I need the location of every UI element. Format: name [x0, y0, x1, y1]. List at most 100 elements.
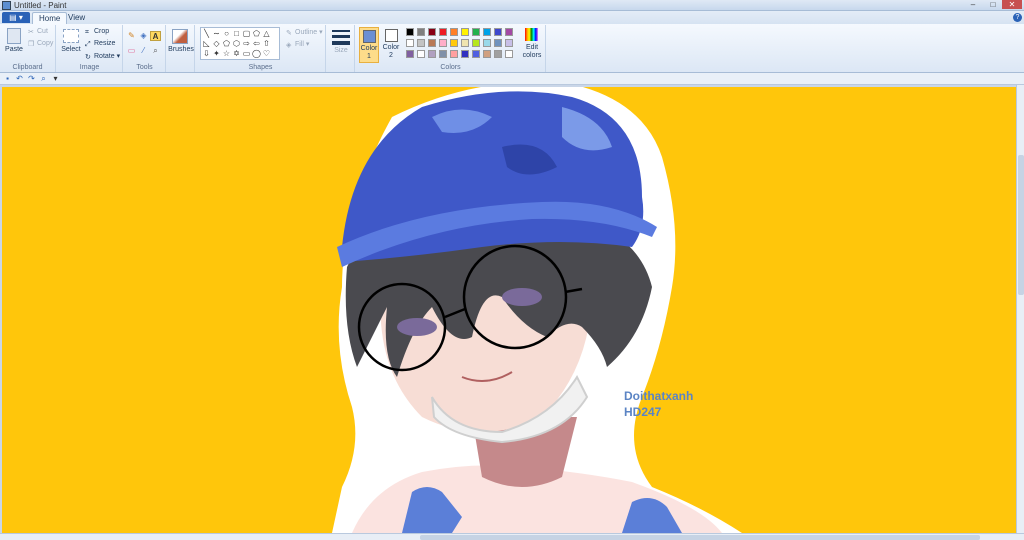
palette-swatch[interactable]	[439, 50, 447, 58]
callout-rect-shape-icon[interactable]: ▭	[242, 49, 251, 58]
size-line-medium[interactable]	[332, 35, 350, 38]
vertical-scrollbar[interactable]	[1016, 85, 1024, 533]
drawing-canvas[interactable]: Doithatxanh HD247	[2, 87, 1016, 533]
colors-group: Color 1 Color 2 Edit colors Colors	[356, 25, 546, 72]
palette-swatch[interactable]	[494, 50, 502, 58]
palette-swatch[interactable]	[428, 28, 436, 36]
size-button[interactable]: Size	[327, 47, 355, 54]
polygon-shape-icon[interactable]: ⬠	[252, 29, 261, 38]
hexagon-shape-icon[interactable]: ⬡	[232, 39, 241, 48]
line-shape-icon[interactable]: ╲	[202, 29, 211, 38]
palette-swatch[interactable]	[494, 39, 502, 47]
palette-swatch[interactable]	[450, 50, 458, 58]
right-arrow-shape-icon[interactable]: ⇨	[242, 39, 251, 48]
palette-swatch[interactable]	[428, 39, 436, 47]
canvas-area: Doithatxanh HD247	[0, 85, 1024, 533]
brush-icon[interactable]	[172, 29, 188, 44]
palette-swatch[interactable]	[505, 50, 513, 58]
palette-swatch[interactable]	[505, 39, 513, 47]
star5-shape-icon[interactable]: ☆	[222, 49, 231, 58]
palette-swatch[interactable]	[505, 28, 513, 36]
palette-swatch[interactable]	[439, 39, 447, 47]
palette-swatch[interactable]	[417, 39, 425, 47]
palette-swatch[interactable]	[472, 28, 480, 36]
palette-swatch[interactable]	[428, 50, 436, 58]
help-icon[interactable]: ?	[1013, 13, 1022, 22]
diamond-shape-icon[interactable]: ◇	[212, 39, 221, 48]
palette-swatch[interactable]	[461, 50, 469, 58]
size-line-thin[interactable]	[332, 30, 350, 32]
outline-button[interactable]: ✎ Outline ▾	[286, 28, 323, 37]
file-menu-button[interactable]: ▤ ▾	[2, 12, 30, 23]
customize-toolbar-icon[interactable]: ▾	[51, 74, 60, 83]
eraser-icon[interactable]: ▭	[126, 46, 137, 56]
right-triangle-shape-icon[interactable]: ◺	[202, 39, 211, 48]
palette-swatch[interactable]	[461, 28, 469, 36]
close-icon[interactable]: ✕	[1002, 0, 1022, 9]
palette-swatch[interactable]	[450, 39, 458, 47]
palette-swatch[interactable]	[494, 28, 502, 36]
down-arrow-shape-icon[interactable]: ⇩	[202, 49, 211, 58]
pencil-icon[interactable]: ✎	[126, 31, 137, 41]
right-eye	[502, 288, 542, 306]
size-line-thick[interactable]	[332, 41, 350, 45]
rounded-rect-shape-icon[interactable]: ▢	[242, 29, 251, 38]
tab-view[interactable]: View	[62, 12, 91, 24]
edit-colors-button[interactable]: Edit colors	[522, 27, 542, 63]
save-icon[interactable]: ▪	[3, 74, 12, 83]
rotate-button[interactable]: ↻ Rotate ▾	[85, 52, 120, 61]
star6-shape-icon[interactable]: ✡	[232, 49, 241, 58]
star4-shape-icon[interactable]: ✦	[212, 49, 221, 58]
color-picker-icon[interactable]: ⁄	[138, 46, 149, 56]
palette-swatch[interactable]	[472, 50, 480, 58]
palette-swatch[interactable]	[483, 50, 491, 58]
palette-swatch[interactable]	[483, 39, 491, 47]
palette-swatch[interactable]	[406, 28, 414, 36]
undo-icon[interactable]: ↶	[15, 74, 24, 83]
fill-button[interactable]: ◈ Fill ▾	[286, 40, 309, 49]
color2-button[interactable]: Color 2	[382, 27, 402, 63]
paint-app-icon[interactable]	[2, 1, 11, 10]
palette-swatch[interactable]	[483, 28, 491, 36]
palette-swatch[interactable]	[439, 28, 447, 36]
copy-button[interactable]: ❐ Copy	[28, 40, 53, 48]
pentagon-shape-icon[interactable]: ⬠	[222, 39, 231, 48]
redo-icon[interactable]: ↷	[27, 74, 36, 83]
left-arrow-shape-icon[interactable]: ⇦	[252, 39, 261, 48]
callout-oval-shape-icon[interactable]: ◯	[252, 49, 261, 58]
palette-swatch[interactable]	[406, 50, 414, 58]
paste-icon[interactable]	[7, 28, 21, 44]
palette-swatch[interactable]	[450, 28, 458, 36]
minimize-icon[interactable]: –	[966, 0, 980, 9]
cut-button[interactable]: ✂ Cut	[28, 28, 48, 36]
resize-button[interactable]: ⤢ Resize	[85, 40, 115, 48]
triangle-shape-icon[interactable]: △	[262, 29, 271, 38]
select-button[interactable]: Select	[59, 46, 83, 53]
heart-shape-icon[interactable]: ♡	[262, 49, 271, 58]
palette-swatch[interactable]	[472, 39, 480, 47]
brushes-button[interactable]: Brushes	[167, 46, 195, 53]
crop-button[interactable]: ⌗ Crop	[85, 28, 109, 36]
oval-shape-icon[interactable]: ○	[222, 29, 231, 38]
watermark-line-1: Doithatxanh	[624, 389, 694, 403]
palette-swatch[interactable]	[461, 39, 469, 47]
up-arrow-shape-icon[interactable]: ⇧	[262, 39, 271, 48]
palette-swatch[interactable]	[417, 50, 425, 58]
horizontal-scrollbar[interactable]	[0, 533, 1024, 540]
zoom-icon[interactable]: ⌕	[39, 74, 48, 83]
curve-shape-icon[interactable]: ∼	[212, 29, 221, 38]
horizontal-scroll-thumb[interactable]	[420, 535, 980, 540]
canvas-watermark-text: Doithatxanh HD247	[624, 388, 693, 420]
magnifier-icon[interactable]: ⌕	[150, 46, 161, 56]
quick-access-toolbar: ▪ ↶ ↷ ⌕ ▾	[0, 73, 1024, 85]
text-tool-icon[interactable]: A	[150, 31, 161, 41]
rectangle-shape-icon[interactable]: □	[232, 29, 241, 38]
select-icon[interactable]	[63, 29, 79, 43]
maximize-icon[interactable]: □	[986, 0, 1000, 9]
fill-icon[interactable]: ◈	[138, 31, 149, 41]
vertical-scroll-thumb[interactable]	[1018, 155, 1024, 295]
palette-swatch[interactable]	[406, 39, 414, 47]
palette-swatch[interactable]	[417, 28, 425, 36]
color1-button[interactable]: Color 1	[359, 27, 379, 63]
paste-button[interactable]: Paste	[2, 46, 26, 53]
